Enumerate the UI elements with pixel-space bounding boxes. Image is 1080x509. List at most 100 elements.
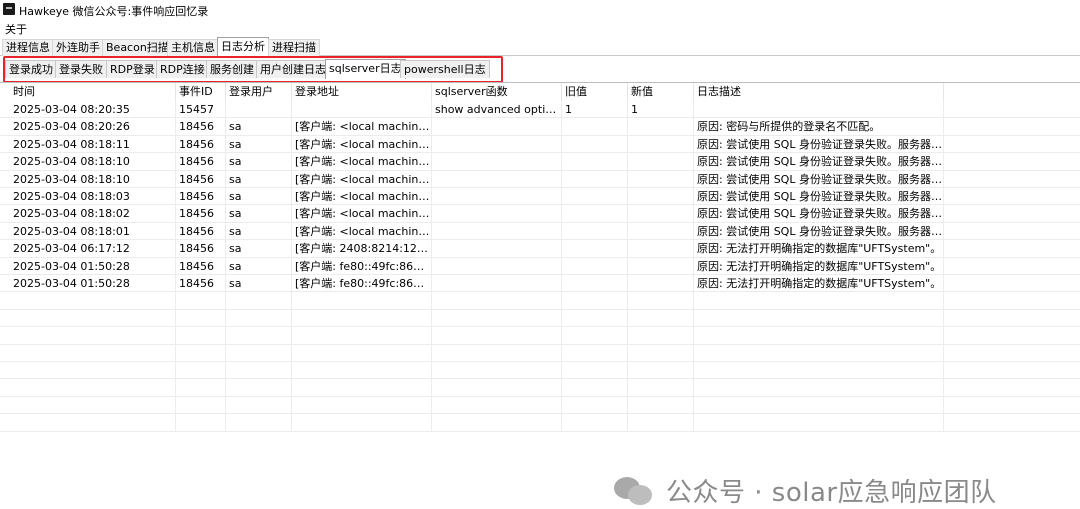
cell-login-address [292,292,432,310]
cell-new-value [628,414,694,432]
cell-log-description: 原因: 无法打开明确指定的数据库"UFTSystem"。 [694,240,944,258]
table-row[interactable]: 2025-03-04 01:50:28 18456 sa [客户端: fe80::49… [0,275,1080,293]
subtab-login-success[interactable]: 登录成功 [5,60,57,78]
cell-login-user: sa [226,240,292,258]
cell-sqlserver-function [432,275,562,292]
cell-time: 2025-03-04 08:18:01 [10,222,176,240]
subtab-service-create[interactable]: 服务创建 [206,60,258,78]
cell-sqlserver-function [432,292,562,310]
cell-log-description [694,292,944,310]
wechat-icon [612,473,656,507]
cell-sqlserver-function [432,205,562,223]
cell-login-address [292,327,432,345]
tab-beacon-scan[interactable]: Beacon扫描 [102,39,173,56]
cell-new-value [628,188,694,205]
subtab-rdp-login[interactable]: RDP登录 [106,60,159,78]
cell-log-description: 原因: 尝试使用 SQL 身份验证登录失败。服务器配置... [694,153,944,171]
cell-sqlserver-function [432,222,562,240]
tab-connection-helper[interactable]: 外连助手 [52,39,104,56]
cell-time [10,344,176,362]
table-row[interactable]: 2025-03-04 08:18:03 18456 sa [客户端: <local m… [0,188,1080,206]
cell-login-address: [客户端: <local machine>] [292,118,432,136]
cell-old-value [562,396,628,414]
cell-old-value [562,379,628,397]
table-row[interactable]: 2025-03-04 01:50:28 18456 sa [客户端: fe80::49… [0,257,1080,275]
subtab-powershell-log[interactable]: powershell日志 [400,60,490,78]
cell-login-user [226,344,292,362]
cell-login-address: [客户端: fe80::49fc:8626:7... [292,257,432,275]
log-table[interactable]: 时间 事件ID 登录用户 登录地址 sqlserver函数 旧值 新值 日志描述… [0,82,1080,508]
table-row[interactable]: 2025-03-04 08:18:11 18456 sa [客户端: <local m… [0,135,1080,154]
table-row[interactable] [0,379,1080,397]
subtab-rdp-connect[interactable]: RDP连接 [156,60,209,78]
cell-event-id: 15457 [176,101,226,118]
col-header-login-user[interactable]: 登录用户 [226,83,292,101]
table-row[interactable]: 2025-03-04 08:18:02 18456 sa [客户端: <local m… [0,205,1080,223]
title-bar: Hawkeye 微信公众号:事件响应回忆录 [0,0,1080,19]
cell-login-address [292,414,432,432]
cell-new-value [628,205,694,223]
cell-old-value [562,222,628,240]
cell-event-id: 18456 [176,118,226,136]
cell-log-description [694,362,944,379]
table-row[interactable]: 2025-03-04 08:20:26 18456 sa [客户端: <local m… [0,118,1080,136]
table-row[interactable] [0,396,1080,415]
table-row[interactable]: 2025-03-04 08:18:01 18456 sa [客户端: <local m… [0,222,1080,241]
table-row[interactable]: 2025-03-04 08:18:10 18456 sa [客户端: <local m… [0,170,1080,188]
cell-event-id [176,396,226,414]
cell-new-value [628,170,694,188]
col-header-old-value[interactable]: 旧值 [562,83,628,101]
table-row[interactable] [0,292,1080,310]
table-row[interactable]: 2025-03-04 08:20:35 15457 show advanced op… [0,101,1080,119]
cell-time: 2025-03-04 08:18:02 [10,205,176,223]
cell-sqlserver-function [432,153,562,171]
table-row[interactable] [0,362,1080,380]
col-header-log-description[interactable]: 日志描述 [694,83,944,101]
cell-new-value [628,362,694,379]
subtab-user-create-log[interactable]: 用户创建日志 [256,60,330,78]
window-title: Hawkeye 微信公众号:事件响应回忆录 [19,5,209,18]
cell-log-description: 原因: 无法打开明确指定的数据库"UFTSystem"。 [694,257,944,275]
cell-old-value [562,257,628,275]
col-header-new-value[interactable]: 新值 [628,83,694,101]
cell-event-id: 18456 [176,205,226,223]
cell-sqlserver-function [432,188,562,205]
cell-login-user [226,379,292,397]
cell-new-value [628,275,694,292]
table-row[interactable] [0,344,1080,362]
table-row[interactable] [0,327,1080,345]
cell-login-address: [客户端: <local machine>] [292,153,432,171]
cell-log-description: 原因: 密码与所提供的登录名不匹配。 [694,118,944,136]
cell-login-user [226,292,292,310]
cell-event-id: 18456 [176,153,226,171]
cell-sqlserver-function [432,327,562,345]
table-row[interactable] [0,309,1080,328]
table-row[interactable]: 2025-03-04 06:17:12 18456 sa [客户端: 2408:821… [0,240,1080,258]
tab-process-info[interactable]: 进程信息 [2,39,54,56]
col-header-time[interactable]: 时间 [10,83,176,101]
cell-time [10,379,176,397]
cell-event-id: 18456 [176,135,226,153]
cell-log-description: 原因: 尝试使用 SQL 身份验证登录失败。服务器配置... [694,205,944,223]
cell-sqlserver-function [432,362,562,379]
cell-old-value [562,170,628,188]
col-header-login-address[interactable]: 登录地址 [292,83,432,101]
table-row[interactable] [0,414,1080,432]
subtab-login-failure[interactable]: 登录失败 [55,60,107,78]
subtab-sqlserver-log[interactable]: sqlserver日志 [325,59,406,79]
tab-host-info[interactable]: 主机信息 [167,39,219,56]
cell-time: 2025-03-04 06:17:12 [10,240,176,258]
cell-new-value [628,327,694,345]
cell-log-description [694,101,944,118]
cell-login-address: [客户端: <local machine>] [292,170,432,188]
cell-old-value [562,135,628,153]
cell-login-address [292,379,432,397]
col-header-event-id[interactable]: 事件ID [176,83,226,101]
table-row[interactable]: 2025-03-04 08:18:10 18456 sa [客户端: <local m… [0,153,1080,171]
tab-log-analysis[interactable]: 日志分析 [217,37,269,56]
cell-sqlserver-function [432,379,562,397]
menu-about[interactable]: 关于 [5,21,27,37]
tab-process-scan[interactable]: 进程扫描 [268,39,320,56]
col-header-sqlserver-function[interactable]: sqlserver函数 [432,83,562,101]
cell-sqlserver-function [432,257,562,275]
